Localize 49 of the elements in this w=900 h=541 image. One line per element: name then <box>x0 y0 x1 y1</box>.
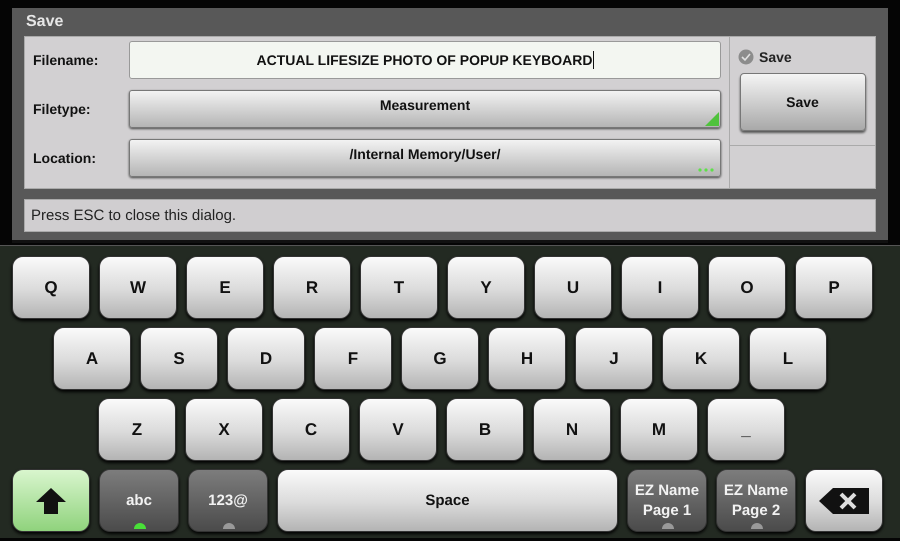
key[interactable]: U <box>534 256 612 319</box>
key[interactable]: E <box>186 256 264 319</box>
location-button[interactable]: /Internal Memory/User/ <box>129 139 721 177</box>
key[interactable]: _ <box>707 398 785 461</box>
mode-key[interactable]: 123@ <box>188 469 268 532</box>
key[interactable]: B <box>446 398 524 461</box>
key[interactable]: T <box>360 256 438 319</box>
backspace-icon <box>819 488 869 514</box>
mode-key[interactable]: abc <box>99 469 179 532</box>
key[interactable]: W <box>99 256 177 319</box>
mode-key[interactable]: EZ Name Page 2 <box>716 469 796 532</box>
key[interactable]: Y <box>447 256 525 319</box>
key[interactable]: A <box>53 327 131 390</box>
shift-key[interactable] <box>12 469 90 532</box>
backspace-key[interactable] <box>805 469 883 532</box>
field-label: Location: <box>33 150 97 166</box>
key[interactable]: D <box>227 327 305 390</box>
key[interactable]: K <box>662 327 740 390</box>
key[interactable]: I <box>621 256 699 319</box>
field-label: Filename: <box>33 52 100 68</box>
key[interactable]: N <box>533 398 611 461</box>
field-label: Filetype: <box>33 101 92 117</box>
dropdown-corner-icon <box>705 112 719 126</box>
key[interactable]: C <box>272 398 350 461</box>
filename-field[interactable]: ACTUAL LIFESIZE PHOTO OF POPUP KEYBOARD <box>129 41 721 79</box>
key[interactable]: X <box>185 398 263 461</box>
save-checkbox[interactable] <box>738 49 754 65</box>
save-button[interactable]: Save <box>740 73 866 131</box>
key[interactable]: P <box>795 256 873 319</box>
space-key[interactable]: Space <box>277 469 618 532</box>
key[interactable]: Q <box>12 256 90 319</box>
filetype-dropdown[interactable]: Measurement <box>129 90 721 128</box>
key[interactable]: J <box>575 327 653 390</box>
key[interactable]: F <box>314 327 392 390</box>
key[interactable]: R <box>273 256 351 319</box>
checkbox-label: Save <box>759 49 792 65</box>
key[interactable]: Z <box>98 398 176 461</box>
up-arrow-icon <box>36 488 66 514</box>
mode-key[interactable]: EZ Name Page 1 <box>627 469 707 532</box>
key[interactable]: O <box>708 256 786 319</box>
ellipsis-icon <box>698 168 714 172</box>
status-bar: Press ESC to close this dialog. <box>24 199 876 232</box>
key[interactable]: M <box>620 398 698 461</box>
key[interactable]: G <box>401 327 479 390</box>
key[interactable]: H <box>488 327 566 390</box>
key[interactable]: S <box>140 327 218 390</box>
dialog-title: Save <box>25 12 64 32</box>
key[interactable]: V <box>359 398 437 461</box>
key[interactable]: L <box>749 327 827 390</box>
